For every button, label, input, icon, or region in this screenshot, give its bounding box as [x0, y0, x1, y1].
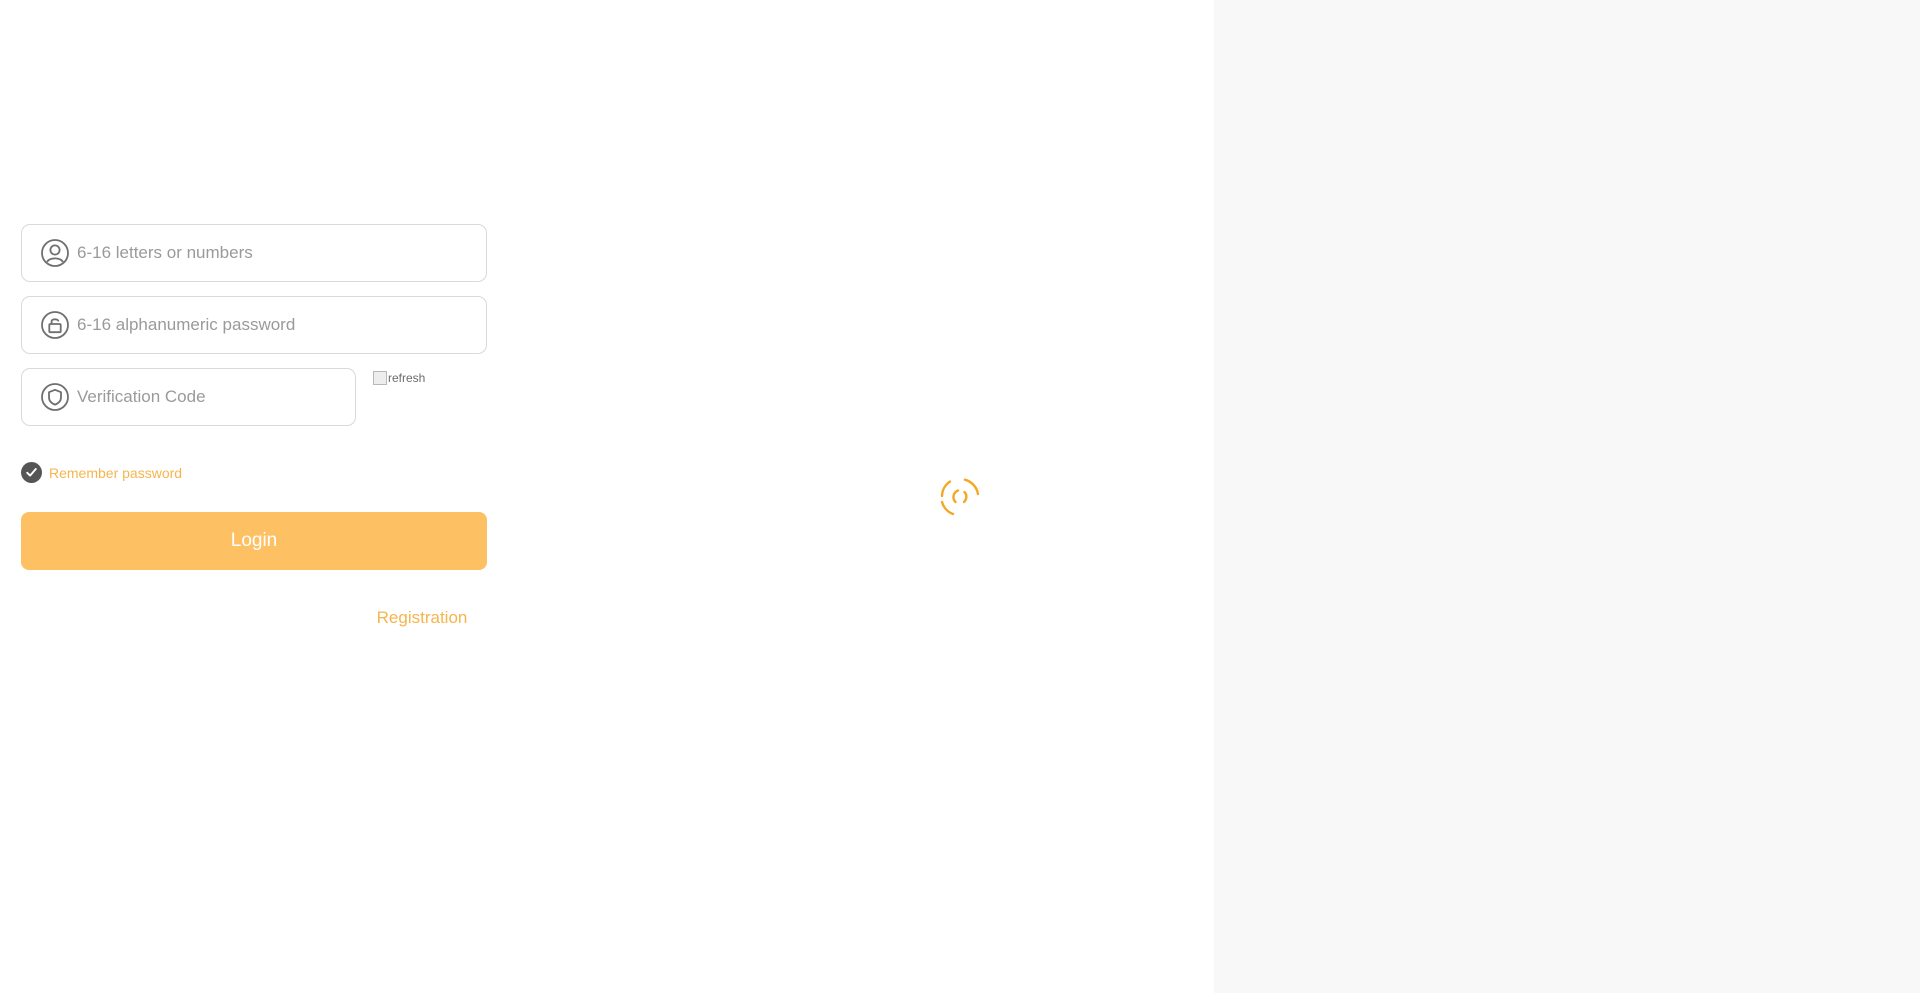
username-field[interactable]	[21, 224, 487, 282]
login-pane: refresh Remember password Login Registra…	[0, 0, 1214, 993]
broken-image-icon	[373, 371, 387, 385]
captcha-image[interactable]: refresh	[373, 368, 487, 408]
verification-field[interactable]	[21, 368, 356, 426]
loading-spinner-icon	[935, 472, 985, 522]
lock-icon	[40, 310, 70, 340]
side-panel	[1214, 0, 1920, 993]
password-field[interactable]	[21, 296, 487, 354]
user-icon	[40, 238, 70, 268]
remember-password-label: Remember password	[49, 464, 183, 481]
registration-link[interactable]: Registration	[366, 608, 478, 628]
captcha-alt-text: refresh	[388, 371, 426, 385]
login-button[interactable]: Login	[21, 512, 487, 570]
username-input[interactable]	[77, 225, 486, 281]
shield-icon	[40, 382, 70, 412]
remember-password-checkbox[interactable]: Remember password	[21, 462, 182, 483]
verification-row: refresh	[21, 368, 487, 426]
password-input[interactable]	[77, 297, 486, 353]
check-icon[interactable]	[21, 462, 42, 483]
verification-input[interactable]	[77, 369, 355, 425]
